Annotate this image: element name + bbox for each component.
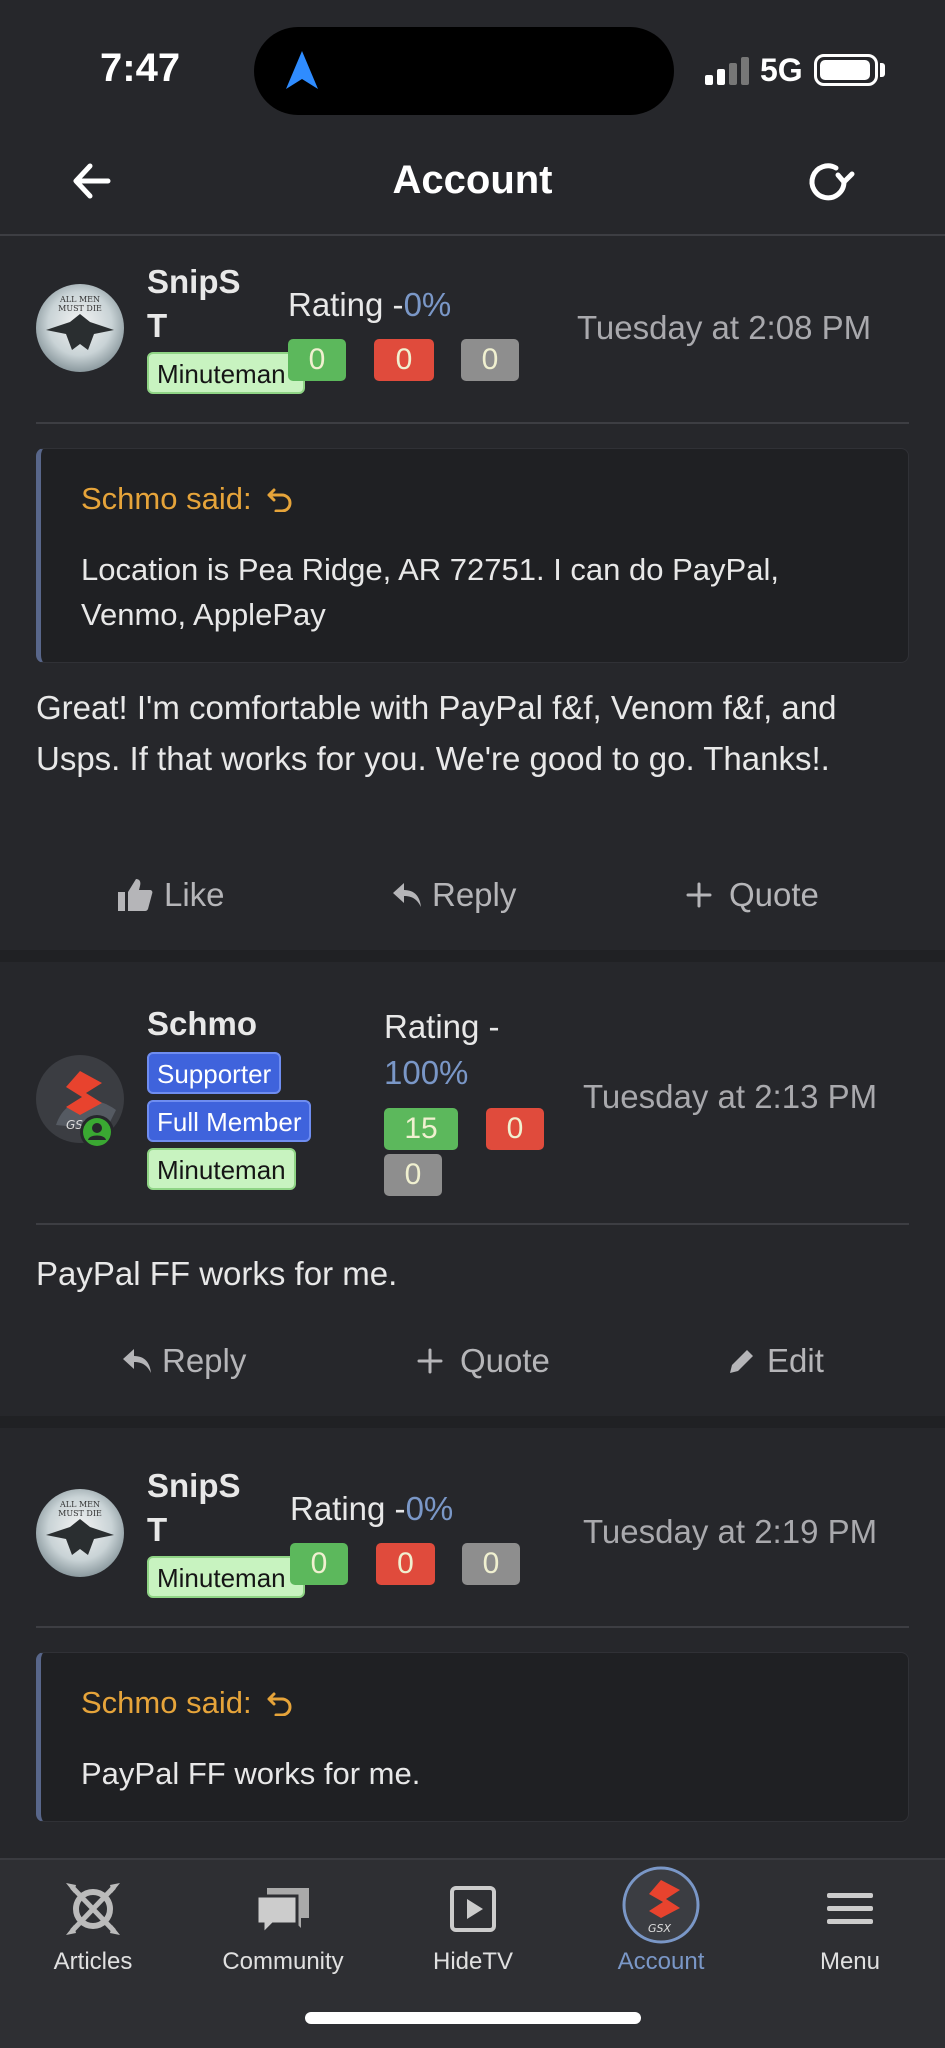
edit-button[interactable]: Edit — [727, 1342, 824, 1380]
post-timestamp[interactable]: Tuesday at 2:13 PM — [583, 1078, 877, 1116]
avatar[interactable]: ALL MEN MUST DIE — [36, 1489, 124, 1577]
negative-rating: 0 — [486, 1108, 544, 1150]
menu-icon — [827, 1893, 873, 1924]
quote-author[interactable]: Schmo said: — [81, 1685, 294, 1721]
neutral-rating: 0 — [461, 339, 519, 381]
go-to-quote-icon[interactable] — [266, 484, 294, 513]
plus-icon — [686, 882, 712, 908]
divider — [36, 1223, 909, 1225]
tab-menu[interactable]: Menu — [765, 1878, 935, 1976]
tab-hidetv[interactable]: HideTV — [388, 1878, 558, 1976]
hidetv-icon — [450, 1886, 496, 1932]
raven-avatar-icon: ALL MEN MUST DIE — [36, 284, 124, 372]
svg-text:MUST DIE: MUST DIE — [58, 304, 102, 313]
status-bar: 7:47 5G — [0, 0, 945, 130]
home-indicator[interactable] — [305, 2012, 641, 2024]
post-body: PayPal FF works for me. — [36, 1255, 398, 1292]
supporter-badge: Supporter — [147, 1052, 282, 1094]
plus-icon — [417, 1348, 443, 1374]
svg-text:MUST DIE: MUST DIE — [58, 1509, 102, 1518]
post-separator — [0, 950, 945, 962]
app-header: Account — [0, 130, 945, 236]
quote-button[interactable]: Quote — [685, 876, 819, 914]
positive-rating: 0 — [290, 1543, 348, 1585]
positive-rating: 15 — [384, 1108, 458, 1150]
reply-button[interactable]: Reply — [392, 876, 516, 914]
quote-text: Location is Pea Ridge, AR 72751. I can d… — [81, 552, 779, 632]
reply-icon — [123, 1349, 151, 1373]
battery-icon — [814, 54, 878, 86]
minuteman-badge: Minuteman — [147, 352, 305, 394]
online-status-icon — [80, 1115, 114, 1149]
divider — [36, 422, 909, 424]
neutral-rating: 0 — [384, 1154, 442, 1196]
thumbs-up-icon — [118, 879, 153, 911]
neutral-rating: 0 — [462, 1543, 520, 1585]
rating-label: Rating -0% — [288, 286, 452, 323]
tab-articles[interactable]: Articles — [8, 1878, 178, 1976]
status-time: 7:47 — [100, 46, 181, 90]
minuteman-badge: Minuteman — [147, 1556, 305, 1598]
svg-text:ALL MEN: ALL MEN — [59, 1500, 100, 1509]
tab-account[interactable]: GSX Account — [576, 1866, 746, 1976]
minuteman-badge: Minuteman — [147, 1148, 296, 1190]
quote-block: Schmo said: PayPal FF works for me. — [36, 1652, 909, 1822]
full-member-badge: Full Member — [147, 1100, 312, 1142]
negative-rating: 0 — [374, 339, 434, 381]
account-avatar: GSX — [622, 1866, 700, 1944]
positive-rating: 0 — [288, 339, 346, 381]
dynamic-island — [254, 27, 674, 115]
tab-community[interactable]: Community — [198, 1878, 368, 1976]
divider — [36, 1626, 909, 1628]
svg-text:GSX: GSX — [648, 1922, 672, 1935]
rating-label: Rating -0% — [290, 1490, 454, 1527]
quote-text: PayPal FF works for me. — [81, 1756, 421, 1791]
quote-author[interactable]: Schmo said: — [81, 481, 294, 517]
post-body: Great! I'm comfortable with PayPal f&f, … — [36, 689, 837, 777]
network-type: 5G — [760, 52, 803, 88]
articles-icon — [66, 1883, 120, 1935]
username[interactable]: Schmo — [147, 1002, 257, 1046]
location-arrow-icon — [286, 51, 318, 89]
like-button[interactable]: Like — [116, 876, 225, 914]
quote-button[interactable]: Quote — [416, 1342, 550, 1380]
negative-rating: 0 — [376, 1543, 435, 1585]
pencil-icon — [730, 1350, 753, 1373]
avatar[interactable]: ALL MEN MUST DIE — [36, 284, 124, 372]
rating-label: Rating - 100% — [384, 1008, 500, 1091]
raven-avatar-icon: ALL MEN MUST DIE — [36, 1489, 124, 1577]
reply-button[interactable]: Reply — [122, 1342, 246, 1380]
battery-cap — [880, 63, 885, 77]
go-to-quote-icon[interactable] — [266, 1688, 294, 1717]
post-separator — [0, 1416, 945, 1428]
quote-block: Schmo said: Location is Pea Ridge, AR 72… — [36, 448, 909, 663]
community-icon — [255, 1888, 309, 1938]
reply-icon — [393, 883, 421, 907]
username[interactable]: SnipS T — [147, 1464, 241, 1552]
username[interactable]: SnipS T — [147, 260, 241, 348]
refresh-icon[interactable] — [800, 154, 856, 210]
post-timestamp[interactable]: Tuesday at 2:19 PM — [583, 1513, 877, 1551]
post-timestamp[interactable]: Tuesday at 2:08 PM — [577, 309, 871, 347]
signal-icon — [705, 57, 749, 85]
svg-text:ALL MEN: ALL MEN — [59, 295, 100, 304]
